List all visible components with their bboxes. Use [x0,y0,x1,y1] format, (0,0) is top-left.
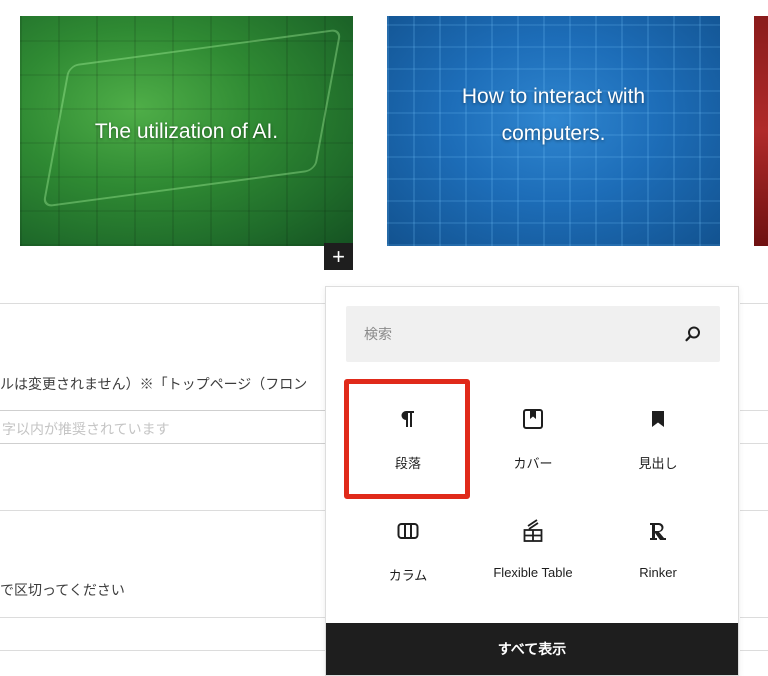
block-label: カバー [513,456,553,471]
post-title[interactable]: How to interact with computers. [434,78,674,152]
cover-icon [522,407,544,431]
block-label: Rinker [639,565,677,580]
block-label: カラム [388,568,428,583]
divider [740,443,768,444]
block-inserter-popover: 検索 段落 カバー 見出し カラム Flexible Table Rinker … [325,286,739,676]
divider [0,303,326,304]
block-cover[interactable]: カバー [471,387,595,487]
table-icon [522,519,544,543]
slug-note-text: ルは変更されません）※「トップページ（フロン [0,376,308,392]
search-icon [684,325,702,343]
search-placeholder: 検索 [364,326,392,342]
divider [740,510,768,511]
block-label: 段落 [394,456,421,471]
block-paragraph[interactable]: 段落 [346,387,470,487]
paragraph-icon [400,407,416,431]
rinker-icon [648,519,668,543]
block-label: Flexible Table [493,565,573,580]
post-card-ai[interactable]: The utilization of AI. [20,16,353,246]
excerpt-input[interactable]: 字以内が推奨されています [0,410,326,444]
show-all-button[interactable]: すべて表示 [326,623,738,675]
tags-hint-text: で区切ってください [0,582,125,598]
block-inserter-toggle-button[interactable]: + [324,243,353,270]
divider [740,303,768,304]
divider [0,510,326,511]
post-card-computers[interactable]: How to interact with computers. [387,16,720,246]
divider [0,617,326,618]
block-search-input[interactable]: 検索 [346,306,720,362]
block-rinker[interactable]: Rinker [596,499,720,599]
post-title[interactable]: The utilization of AI. [57,113,317,150]
divider [740,650,768,651]
divider [0,650,326,651]
block-flexible-table[interactable]: Flexible Table [471,499,595,599]
block-label: 見出し [638,456,678,471]
block-columns[interactable]: カラム [346,499,470,599]
columns-icon [397,519,419,543]
divider [740,617,768,618]
block-heading[interactable]: 見出し [596,387,720,487]
post-card-partial[interactable] [754,16,768,246]
divider [740,410,768,411]
heading-icon [650,407,666,431]
